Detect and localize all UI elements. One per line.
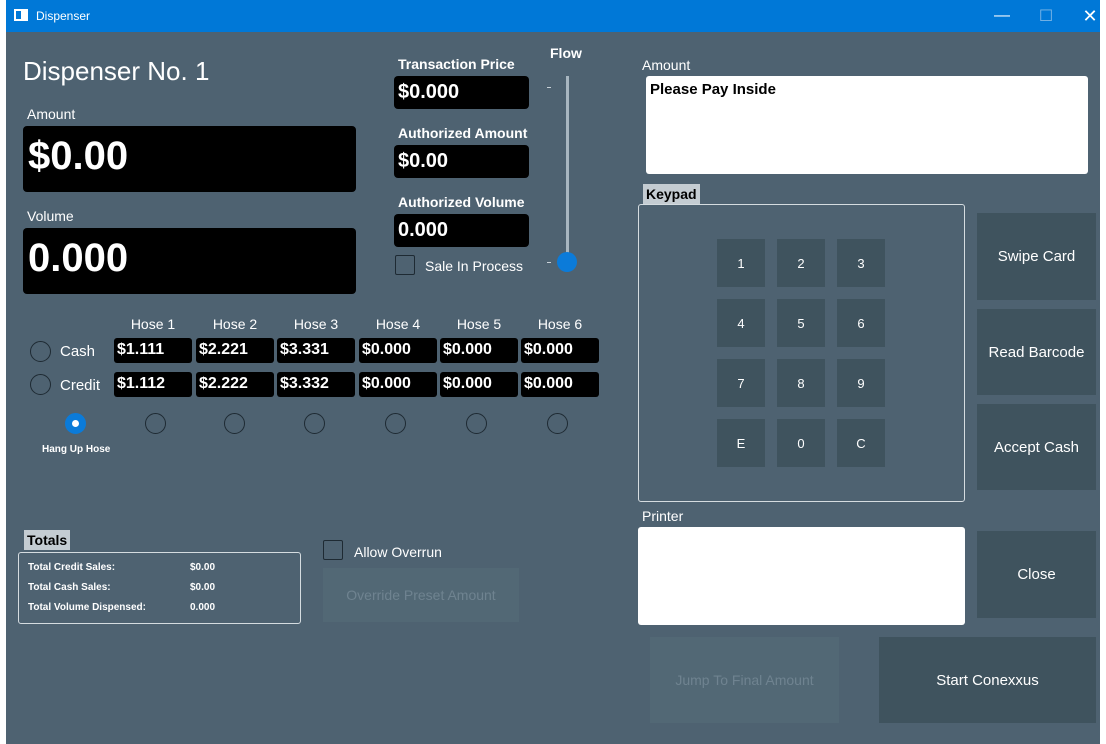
- hose-header: Hose 5: [456, 316, 502, 332]
- total-cash-sales-label: Total Cash Sales:: [28, 582, 111, 593]
- cash-label: Cash: [60, 343, 96, 360]
- amount-message-box: Please Pay Inside: [646, 76, 1088, 174]
- minimize-button[interactable]: —: [980, 0, 1024, 32]
- allow-overrun-checkbox[interactable]: [323, 540, 343, 560]
- cash-price-hose-2: $2.221: [196, 338, 274, 363]
- credit-price-hose-5: $0.000: [440, 372, 518, 397]
- key-c[interactable]: C: [837, 419, 885, 467]
- hose-2-radio[interactable]: [224, 413, 245, 434]
- volume-label: Volume: [27, 208, 74, 224]
- credit-price-hose-4: $0.000: [359, 372, 437, 397]
- app-icon: [14, 9, 28, 21]
- sale-in-process-checkbox[interactable]: [395, 255, 415, 275]
- message-amount-label: Amount: [642, 57, 691, 73]
- key-7[interactable]: 7: [717, 359, 765, 407]
- credit-price-hose-3: $3.332: [277, 372, 355, 397]
- authorized-amount-display: $0.00: [394, 145, 529, 178]
- key-4[interactable]: 4: [717, 299, 765, 347]
- hose-header: Hose 2: [212, 316, 258, 332]
- flow-tick-bottom: [547, 262, 551, 263]
- amount-display: $0.00: [23, 126, 356, 192]
- flow-label: Flow: [550, 45, 582, 61]
- credit-price-hose-1: $1.112: [114, 372, 192, 397]
- title-bar: Dispenser — ☐ ✕: [6, 0, 1100, 32]
- hose-1-radio[interactable]: [145, 413, 166, 434]
- total-cash-sales-value: $0.00: [190, 582, 216, 593]
- flow-slider-track[interactable]: [566, 76, 569, 262]
- printer-label: Printer: [642, 508, 684, 524]
- jump-to-final-amount-button[interactable]: Jump To Final Amount: [650, 637, 839, 723]
- cash-price-hose-6: $0.000: [521, 338, 599, 363]
- maximize-button[interactable]: ☐: [1024, 0, 1068, 32]
- key-1[interactable]: 1: [717, 239, 765, 287]
- key-e[interactable]: E: [717, 419, 765, 467]
- total-volume-dispensed-label: Total Volume Dispensed:: [28, 602, 146, 613]
- transaction-price-display: $0.000: [394, 76, 529, 109]
- hang-up-hose-radio[interactable]: [65, 413, 86, 434]
- credit-price-hose-2: $2.222: [196, 372, 274, 397]
- key-3[interactable]: 3: [837, 239, 885, 287]
- key-9[interactable]: 9: [837, 359, 885, 407]
- authorized-volume-display: 0.000: [394, 214, 529, 247]
- key-0[interactable]: 0: [777, 419, 825, 467]
- amount-label: Amount: [27, 106, 76, 122]
- credit-label: Credit: [60, 377, 101, 394]
- cash-price-hose-1: $1.111: [114, 338, 192, 363]
- hose-3-radio[interactable]: [304, 413, 325, 434]
- total-volume-dispensed-value: 0.000: [190, 602, 216, 613]
- read-barcode-button[interactable]: Read Barcode: [977, 309, 1096, 395]
- total-credit-sales-label: Total Credit Sales:: [28, 562, 116, 573]
- hose-header: Hose 3: [293, 316, 339, 332]
- totals-title: Totals: [24, 530, 71, 550]
- printer-output: [638, 527, 965, 625]
- key-6[interactable]: 6: [837, 299, 885, 347]
- hose-header: Hose 4: [375, 316, 421, 332]
- credit-radio[interactable]: [30, 374, 51, 395]
- override-preset-amount-button[interactable]: Override Preset Amount: [323, 568, 519, 622]
- key-5[interactable]: 5: [777, 299, 825, 347]
- accept-cash-button[interactable]: Accept Cash: [977, 404, 1096, 490]
- total-credit-sales-value: $0.00: [190, 562, 216, 573]
- cash-radio[interactable]: [30, 341, 51, 362]
- authorized-amount-label: Authorized Amount: [398, 125, 528, 141]
- allow-overrun-label: Allow Overrun: [354, 544, 442, 560]
- swipe-card-button[interactable]: Swipe Card: [977, 213, 1096, 300]
- hose-6-radio[interactable]: [547, 413, 568, 434]
- dispenser-window: Dispenser — ☐ ✕ Dispenser No. 1 Amount $…: [6, 0, 1100, 744]
- cash-price-hose-4: $0.000: [359, 338, 437, 363]
- close-button[interactable]: Close: [977, 531, 1096, 618]
- start-conexxus-button[interactable]: Start Conexxus: [879, 637, 1096, 723]
- sale-in-process-label: Sale In Process: [425, 258, 524, 274]
- authorized-volume-label: Authorized Volume: [398, 194, 525, 210]
- hose-header: Hose 1: [130, 316, 176, 332]
- volume-display: 0.000: [23, 228, 356, 294]
- flow-tick-top: [547, 87, 551, 88]
- flow-slider-thumb[interactable]: [557, 252, 577, 272]
- cash-price-hose-5: $0.000: [440, 338, 518, 363]
- dispenser-title: Dispenser No. 1: [23, 56, 210, 86]
- hose-5-radio[interactable]: [466, 413, 487, 434]
- transaction-price-label: Transaction Price: [398, 56, 515, 72]
- close-window-button[interactable]: ✕: [1068, 0, 1106, 32]
- hang-up-hose-label: Hang Up Hose: [42, 444, 111, 455]
- credit-price-hose-6: $0.000: [521, 372, 599, 397]
- window-title: Dispenser: [36, 9, 91, 23]
- hose-4-radio[interactable]: [385, 413, 406, 434]
- keypad-title: Keypad: [643, 184, 700, 204]
- hose-header: Hose 6: [537, 316, 583, 332]
- cash-price-hose-3: $3.331: [277, 338, 355, 363]
- key-2[interactable]: 2: [777, 239, 825, 287]
- key-8[interactable]: 8: [777, 359, 825, 407]
